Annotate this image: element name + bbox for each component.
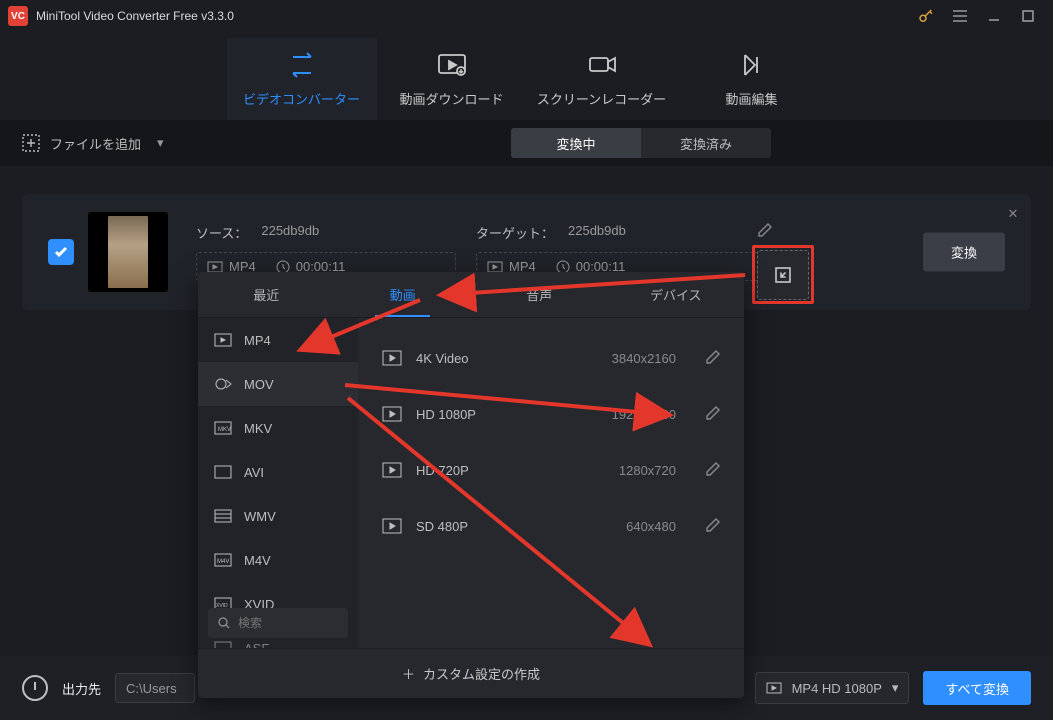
file-checkbox[interactable] (48, 239, 74, 265)
edit-icon[interactable] (706, 462, 720, 479)
menu-icon[interactable] (943, 2, 977, 30)
edit-icon[interactable] (706, 518, 720, 535)
res-480p[interactable]: SD 480P 640x480 (358, 498, 744, 554)
chevron-down-icon: ▾ (892, 680, 899, 696)
chevron-down-icon: ▾ (157, 135, 164, 151)
edit-icon[interactable] (706, 350, 720, 367)
close-icon[interactable]: ✕ (1001, 202, 1025, 226)
nav-editor[interactable]: 動画編集 (677, 38, 827, 120)
tab-device[interactable]: デバイス (608, 272, 745, 317)
search-input[interactable] (238, 616, 328, 630)
format-popup: 最近 動画 音声 デバイス MP4 MOV MKVMKV AVI WMV M4V… (198, 272, 744, 698)
custom-preset-button[interactable]: ＋ カスタム設定の作成 (198, 648, 744, 698)
format-avi[interactable]: AVI (198, 450, 358, 494)
popup-tabs: 最近 動画 音声 デバイス (198, 272, 744, 318)
nav-converter[interactable]: ビデオコンバーター (227, 38, 377, 120)
nav-label: 動画ダウンロード (399, 89, 503, 108)
resolution-list[interactable]: 4K Video 3840x2160 HD 1080P 1920x1080 HD… (358, 318, 744, 648)
svg-text:MKV: MKV (218, 427, 231, 433)
status-tabs: 変換中 変換済み (511, 128, 771, 158)
target-label: ターゲット： (476, 223, 554, 242)
source-name: 225db9db (261, 223, 319, 242)
clock-icon[interactable] (22, 675, 48, 701)
nav-label: スクリーンレコーダー (537, 89, 666, 108)
key-icon[interactable] (909, 2, 943, 30)
app-title: MiniTool Video Converter Free v3.3.0 (36, 9, 234, 23)
edit-icon[interactable] (706, 406, 720, 423)
res-4k[interactable]: 4K Video 3840x2160 (358, 330, 744, 386)
res-1080p[interactable]: HD 1080P 1920x1080 (358, 386, 744, 442)
output-format-dropdown[interactable]: MP4 HD 1080P ▾ (755, 672, 910, 704)
format-m4v[interactable]: M4VM4V (198, 538, 358, 582)
main-nav: ビデオコンバーター 動画ダウンロード スクリーンレコーダー 動画編集 (0, 32, 1053, 120)
format-list[interactable]: MP4 MOV MKVMKV AVI WMV M4VM4V XVIDXVID A… (198, 318, 358, 648)
format-mov[interactable]: MOV (198, 362, 358, 406)
add-file-button[interactable]: ファイルを追加 ▾ (22, 134, 164, 153)
tab-done[interactable]: 変換済み (641, 128, 771, 158)
format-mkv[interactable]: MKVMKV (198, 406, 358, 450)
title-bar: VC MiniTool Video Converter Free v3.3.0 (0, 0, 1053, 32)
maximize-icon[interactable] (1011, 2, 1045, 30)
edit-name-icon[interactable] (758, 223, 772, 240)
settings-trigger-button[interactable] (757, 250, 809, 300)
tab-converting[interactable]: 変換中 (511, 128, 641, 158)
tab-audio[interactable]: 音声 (471, 272, 608, 317)
format-search[interactable] (208, 608, 348, 638)
convert-button[interactable]: 変換 (923, 233, 1005, 272)
nav-label: ビデオコンバーター (243, 89, 360, 108)
add-file-label: ファイルを追加 (50, 134, 141, 153)
output-path[interactable]: C:\Users (115, 673, 195, 703)
app-logo-icon: VC (8, 6, 28, 26)
target-name: 225db9db (568, 223, 626, 242)
res-720p[interactable]: HD 720P 1280x720 (358, 442, 744, 498)
format-mp4[interactable]: MP4 (198, 318, 358, 362)
format-wmv[interactable]: WMV (198, 494, 358, 538)
minimize-icon[interactable] (977, 2, 1011, 30)
nav-recorder[interactable]: スクリーンレコーダー (527, 38, 677, 120)
nav-download[interactable]: 動画ダウンロード (377, 38, 527, 120)
sub-toolbar: ファイルを追加 ▾ 変換中 変換済み (0, 120, 1053, 166)
convert-all-button[interactable]: すべて変換 (923, 671, 1031, 705)
source-label: ソース： (196, 223, 247, 242)
file-thumbnail[interactable] (88, 212, 168, 292)
output-label: 出力先 (62, 679, 101, 698)
plus-icon: ＋ (402, 664, 415, 683)
tab-video[interactable]: 動画 (335, 272, 472, 317)
svg-text:M4V: M4V (217, 559, 229, 565)
tab-recent[interactable]: 最近 (198, 272, 335, 317)
nav-label: 動画編集 (725, 89, 777, 108)
